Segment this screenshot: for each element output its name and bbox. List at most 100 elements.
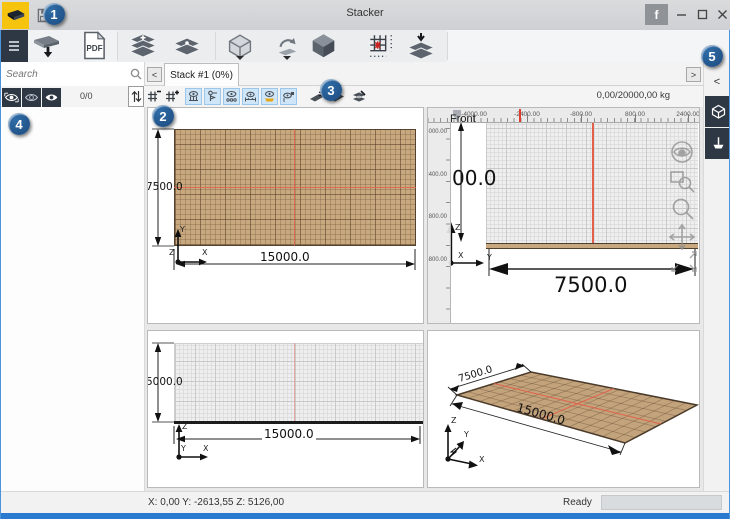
svg-text:Y: Y — [180, 444, 186, 453]
toggle-show-markers[interactable] — [204, 88, 221, 105]
annotation-badge-3: 3 — [320, 79, 342, 101]
progress-indicator — [601, 495, 722, 510]
toggle-show-grid-overlay[interactable] — [185, 88, 202, 105]
search-icon — [130, 68, 142, 80]
grid-increase-button[interactable] — [163, 88, 180, 105]
collapse-right-panel-button[interactable]: < — [709, 74, 725, 90]
show-all-items-button[interactable] — [2, 88, 21, 107]
eye-outline-icon — [24, 94, 39, 101]
main-menu-button[interactable] — [0, 30, 28, 62]
maximize-icon — [697, 9, 707, 20]
tab-scroll-forward-button[interactable]: > — [686, 67, 701, 82]
annotation-badge-5: 5 — [701, 45, 723, 67]
annotation-badge-2: 2 — [152, 105, 174, 127]
grid-decrease-button[interactable] — [145, 88, 162, 105]
solid-cube-button[interactable] — [304, 31, 342, 60]
cube-3d-icon — [711, 104, 725, 119]
show-hidden-items-button[interactable] — [42, 88, 61, 107]
export-stack-icon — [34, 36, 59, 58]
feedback-button[interactable]: f — [645, 4, 668, 25]
stack-down-button[interactable] — [402, 31, 440, 60]
minimize-button[interactable] — [671, 4, 691, 25]
toggle-show-overhang[interactable] — [261, 88, 278, 105]
status-bar: X: 0,00 Y: -2613,55 Z: 5126,00 Ready — [0, 491, 730, 513]
add-layers-button[interactable] — [124, 31, 162, 60]
svg-text:PDF: PDF — [86, 44, 102, 53]
tab-scroll-back-button[interactable]: < — [147, 67, 162, 82]
weight-indicator: 0,00/20000,00 kg — [596, 90, 670, 101]
add-layers-icon — [128, 33, 158, 58]
tab-3d-view[interactable] — [705, 96, 730, 127]
front-vertical-ruler[interactable]: 4000.00 2400.00 800.00 -800.00 — [427, 123, 451, 323]
ruler-tick-label: 800.00 — [428, 214, 447, 220]
maximize-button[interactable] — [692, 4, 712, 25]
export-pdf-button[interactable]: PDF — [75, 31, 113, 60]
item-counter: 0/0 — [80, 91, 93, 101]
sort-button[interactable] — [128, 86, 144, 107]
ruler-tick-label: 4000.00 — [427, 129, 447, 135]
search-box — [0, 62, 145, 86]
viewport-3d-view[interactable]: Z Y X 7500.0 15000.0 — [427, 330, 700, 488]
tab-vessel-view[interactable] — [705, 128, 730, 159]
annotation-badge-1: 1 — [43, 3, 65, 25]
tab-stack-1[interactable]: Stack #1 (0%) — [164, 63, 239, 86]
viewport-top-view[interactable]: Y X Z 7500.0 15000.0 — [147, 107, 424, 324]
rotate-dropdown-caret[interactable] — [283, 56, 291, 60]
tab-strip: < Stack #1 (0%) > — [0, 62, 703, 86]
overlay-marker-icon — [208, 90, 217, 101]
annotation-badge-4: 4 — [8, 113, 30, 135]
svg-text:X: X — [203, 444, 209, 453]
layer-item-button[interactable] — [168, 31, 206, 60]
main-toolbar: PDF — [0, 30, 730, 62]
eye-box-icon — [4, 92, 19, 103]
dim-side-length: 15000.0 — [262, 427, 316, 441]
nav-zoom-icon[interactable] — [672, 198, 694, 220]
show-selected-items-button[interactable] — [22, 88, 41, 107]
svg-text:Z: Z — [451, 416, 457, 425]
layer-item-icon — [172, 37, 202, 56]
nav-zoom-window-icon[interactable] — [670, 171, 695, 193]
rotate-item-button[interactable] — [268, 31, 306, 60]
viewport-side-view[interactable]: Z X Y 5000.0 15000.0 — [147, 330, 424, 488]
overlay-grid-icon — [188, 91, 199, 102]
stack-edit-button[interactable] — [350, 88, 367, 105]
close-button[interactable] — [712, 4, 730, 25]
nav-orbit-icon[interactable] — [671, 141, 693, 163]
svg-text:Z: Z — [455, 223, 461, 232]
window-border-bottom — [0, 513, 730, 519]
stack-edit-icon — [350, 89, 367, 102]
overlay-cog-icon — [226, 90, 237, 102]
cursor-coordinates: X: 0,00 Y: -2613,55 Z: 5126,00 — [148, 497, 285, 508]
title-bar: Stacker f — [0, 0, 730, 30]
view-cube-button[interactable] — [221, 31, 259, 60]
grid-plus-icon — [166, 90, 179, 102]
grid-snap-button[interactable] — [362, 31, 400, 60]
side-view-annotations: Z X Y — [152, 342, 421, 461]
svg-text:Y: Y — [486, 253, 492, 262]
toggle-show-cog[interactable] — [223, 88, 240, 105]
view-options-toolbar: 0/0 0,00/20000,00 kg — [0, 86, 703, 107]
dim-front-width: 7500.0 — [554, 273, 628, 297]
grid-snap-star-icon — [370, 34, 392, 57]
solid-cube-icon — [312, 34, 334, 58]
search-input[interactable] — [4, 65, 128, 83]
app-window: Stacker f PDF Search < Stack #1 (0%) > 0… — [0, 0, 730, 519]
svg-text:Y: Y — [463, 430, 469, 439]
toggle-show-axle-loads[interactable] — [242, 88, 259, 105]
export-stack-button[interactable] — [28, 31, 66, 60]
svg-text:X: X — [479, 455, 485, 464]
view-cube-dropdown-caret[interactable] — [236, 56, 244, 60]
nav-pan-icon[interactable] — [668, 223, 696, 251]
top-view-annotations: Y X Z — [152, 128, 416, 270]
cargo-list-sidebar[interactable] — [0, 107, 145, 491]
toggle-show-placards[interactable] — [280, 88, 297, 105]
svg-text:X: X — [458, 251, 464, 260]
viewport-front-view[interactable]: Front 00.0 -4000.00 -2400.00 -800.00 800… — [427, 107, 700, 324]
iso-view-content: Z Y X — [444, 363, 699, 469]
hamburger-icon — [9, 41, 19, 51]
dim-top-width: 7500.0 — [147, 181, 183, 193]
overlay-axle-icon — [245, 91, 256, 102]
pdf-icon: PDF — [83, 31, 106, 60]
right-panel-strip: < — [703, 62, 730, 491]
svg-text:Z: Z — [182, 422, 188, 431]
